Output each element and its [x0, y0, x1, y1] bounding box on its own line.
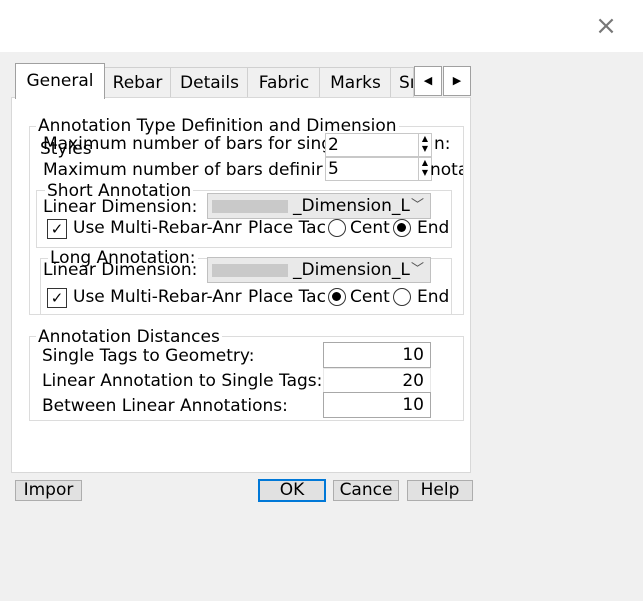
ok-button[interactable]: OK	[258, 479, 326, 502]
linear-annotation-to-single-tags-input[interactable]: 20	[323, 368, 431, 394]
long-center-radio[interactable]	[328, 288, 346, 306]
short-use-multi-rebar-label: Use Multi-Rebar-Anr	[73, 218, 242, 238]
between-linear-annotations-input[interactable]: 10	[323, 392, 431, 418]
max-bars-single-input[interactable]: 2	[325, 133, 421, 157]
long-center-label: Cent	[350, 287, 390, 307]
max-bars-single-label-tail: n:	[434, 134, 451, 154]
short-end-radio[interactable]	[393, 219, 411, 237]
tab-overflow[interactable]: Sı	[390, 67, 414, 97]
long-linear-dimension-select[interactable]: _Dimension_L ﹀	[207, 257, 431, 283]
spin-up-icon[interactable]: ▲	[419, 134, 431, 144]
max-bars-defining-label: Maximum number of bars definir	[43, 160, 323, 180]
max-bars-defining-input[interactable]: 5	[325, 157, 421, 181]
tab-general[interactable]: General	[15, 63, 105, 99]
single-tags-to-geometry-label: Single Tags to Geometry:	[42, 346, 255, 366]
spin-down-icon[interactable]: ▼	[419, 144, 431, 154]
short-linear-dimension-value: _Dimension_L	[293, 196, 410, 216]
short-linear-dimension-label: Linear Dimension:	[43, 197, 198, 217]
tab-details[interactable]: Details	[170, 67, 249, 98]
chevron-down-icon: ﹀	[410, 262, 424, 277]
long-use-multi-rebar-checkbox[interactable]: ✓	[47, 288, 67, 308]
single-tags-to-geometry-input[interactable]: 10	[323, 342, 431, 368]
tab-rebar[interactable]: Rebar	[103, 67, 172, 98]
max-bars-defining-label-tail: nota	[430, 160, 463, 180]
import-button[interactable]: Impor	[15, 480, 82, 501]
linear-annotation-to-single-tags-label: Linear Annotation to Single Tags:	[42, 371, 323, 391]
short-place-tag-label: Place Tac	[248, 218, 326, 238]
short-end-label: End	[417, 218, 450, 238]
long-end-label: End	[417, 287, 450, 307]
tab-scroll-right-icon[interactable]: ▶	[443, 66, 471, 96]
redacted-text	[212, 200, 288, 213]
close-icon[interactable]: ×	[592, 12, 620, 40]
between-linear-annotations-label: Between Linear Annotations:	[42, 396, 288, 416]
tab-fabric[interactable]: Fabric	[247, 67, 321, 98]
help-button[interactable]: Help	[407, 480, 473, 501]
redacted-text	[212, 264, 288, 277]
tab-marks[interactable]: Marks	[319, 67, 392, 98]
long-end-radio[interactable]	[393, 288, 411, 306]
short-center-label: Cent	[350, 218, 390, 238]
short-use-multi-rebar-checkbox[interactable]: ✓	[47, 219, 67, 239]
long-use-multi-rebar-label: Use Multi-Rebar-Anr	[73, 287, 242, 307]
max-bars-single-spinner[interactable]: ▲ ▼	[418, 133, 432, 157]
long-linear-dimension-label: Linear Dimension:	[43, 260, 198, 280]
short-center-radio[interactable]	[328, 219, 346, 237]
title-bar	[0, 0, 643, 52]
short-linear-dimension-select[interactable]: _Dimension_L ﹀	[207, 193, 431, 219]
tab-scroll-left-icon[interactable]: ◀	[414, 66, 442, 96]
annotation-distances-title: Annotation Distances	[36, 327, 222, 347]
cancel-button[interactable]: Cance	[333, 480, 399, 501]
chevron-down-icon: ﹀	[410, 198, 424, 213]
max-bars-single-label: Maximum number of bars for sing	[43, 134, 325, 154]
long-place-tag-label: Place Tac	[248, 287, 326, 307]
long-linear-dimension-value: _Dimension_L	[293, 260, 410, 280]
